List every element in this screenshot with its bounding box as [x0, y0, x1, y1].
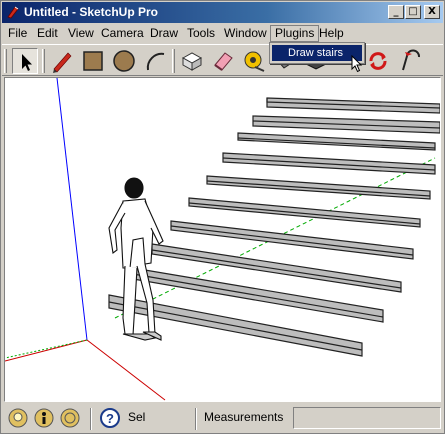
info-person-icon — [34, 408, 54, 428]
menu-edit[interactable]: Edit — [33, 25, 62, 42]
rectangle-icon — [83, 51, 103, 71]
menu-tools[interactable]: Tools — [183, 25, 219, 42]
sketchup-app-icon — [6, 5, 20, 19]
menu-bar: File Edit View Camera Draw Tools Window … — [2, 23, 443, 43]
user-circle-icon — [60, 408, 80, 428]
menu-plugins[interactable]: Plugins — [270, 25, 320, 42]
status-bar: ? Sel Measurements — [2, 404, 443, 433]
tape-measure-icon — [244, 51, 265, 72]
circle-icon — [113, 50, 135, 72]
status-separator — [90, 408, 92, 430]
menu-file[interactable]: File — [4, 25, 31, 42]
geo-location-button[interactable] — [8, 408, 28, 428]
follow-me-button[interactable] — [398, 48, 424, 74]
stair-step — [266, 97, 440, 114]
stair-step — [252, 115, 440, 134]
follow-me-icon — [402, 49, 420, 71]
sketchup-window: Untitled - SketchUp Pro _ □ X File Edit … — [0, 0, 445, 434]
window-title: Untitled - SketchUp Pro — [24, 5, 159, 19]
title-bar[interactable]: Untitled - SketchUp Pro _ □ X — [2, 2, 443, 23]
eraser-icon — [214, 52, 233, 71]
pencil-icon — [53, 52, 72, 73]
rectangle-tool-button[interactable] — [80, 48, 106, 74]
stair-step — [206, 175, 431, 200]
rotate-tool-button[interactable] — [365, 48, 391, 74]
credits-button[interactable] — [34, 408, 54, 428]
green-axis-dashed — [5, 339, 88, 359]
maximize-button[interactable]: □ — [405, 5, 421, 19]
stair-step — [188, 197, 421, 228]
stairs-model[interactable] — [108, 97, 440, 357]
blue-axis — [56, 78, 88, 341]
question-icon: ? — [100, 408, 120, 428]
arc-tool-button[interactable] — [142, 48, 168, 74]
tape-measure-button[interactable] — [241, 48, 267, 74]
status-hint: Sel — [128, 410, 146, 424]
instructor-button[interactable]: ? — [100, 408, 120, 428]
toolbar-separator — [42, 49, 45, 73]
red-axis-positive — [86, 339, 166, 401]
toolbar-grip[interactable] — [4, 49, 7, 73]
stair-step — [222, 152, 436, 175]
select-icon — [22, 54, 32, 71]
menu-view[interactable]: View — [64, 25, 98, 42]
measurements-label: Measurements — [204, 410, 284, 424]
help-circle-button[interactable] — [60, 408, 80, 428]
rotate-icon — [369, 52, 387, 70]
svg-text:?: ? — [106, 411, 114, 426]
main-toolbar — [2, 44, 443, 76]
select-tool-button[interactable] — [12, 48, 38, 74]
eraser-tool-button[interactable] — [210, 48, 236, 74]
toolbar-separator — [172, 49, 175, 73]
make-component-button[interactable] — [179, 48, 205, 74]
arc-icon — [146, 52, 165, 71]
pencil-tool-button[interactable] — [49, 48, 75, 74]
menu-window[interactable]: Window — [220, 25, 271, 42]
measurements-input[interactable] — [293, 407, 441, 429]
status-separator — [195, 408, 197, 430]
menu-help[interactable]: Help — [315, 25, 348, 42]
menu-draw[interactable]: Draw — [146, 25, 182, 42]
close-button[interactable]: X — [424, 5, 440, 19]
lightbulb-icon — [8, 408, 28, 428]
stair-step — [237, 132, 436, 151]
menu-camera[interactable]: Camera — [97, 25, 148, 42]
model-viewport[interactable] — [4, 77, 441, 402]
mouse-cursor-icon — [351, 55, 363, 73]
circle-tool-button[interactable] — [111, 48, 137, 74]
minimize-button[interactable]: _ — [388, 5, 404, 19]
draw-stairs-menu-item[interactable]: Draw stairs — [272, 45, 362, 61]
component-icon — [181, 52, 203, 71]
